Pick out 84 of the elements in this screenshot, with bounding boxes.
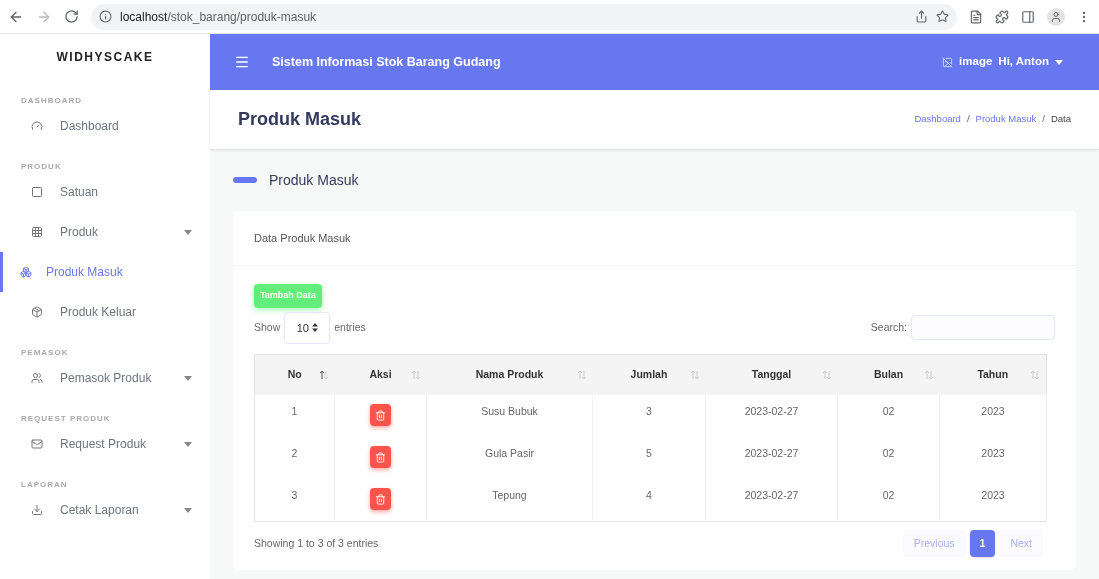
entries-label: entries: [334, 319, 366, 335]
table-cell: 5: [646, 447, 652, 460]
side-panel-icon[interactable]: [1021, 9, 1035, 24]
card-title: Data Produk Masuk: [254, 230, 351, 246]
table-cell: 2023-02-27: [744, 447, 799, 460]
table-cell: 3: [646, 405, 652, 418]
broken-image-icon: [942, 56, 954, 68]
trash-icon: [375, 409, 386, 421]
column-header[interactable]: No: [254, 354, 335, 396]
gauge-icon: [31, 120, 43, 132]
section-label: DASHBOARD: [21, 96, 82, 105]
page-icon[interactable]: [969, 9, 983, 24]
table-cell: 02: [882, 447, 895, 460]
user-menu[interactable]: image Hi, Anton: [942, 53, 1063, 71]
table-cell: 2023: [981, 447, 1005, 460]
menu-icon[interactable]: [234, 54, 250, 70]
table-cell: 02: [882, 405, 895, 418]
table-cell: 02: [882, 489, 895, 502]
page-title: Produk Masuk: [238, 108, 362, 131]
profile-avatar[interactable]: [1047, 7, 1065, 26]
table-cell: Susu Bubuk: [481, 405, 538, 418]
column-header[interactable]: Jumlah: [592, 354, 706, 396]
grid-icon: [31, 226, 43, 238]
app-title: Sistem Informasi Stok Barang Gudang: [272, 53, 501, 71]
delete-button[interactable]: [370, 446, 391, 469]
square-icon: [31, 186, 43, 198]
star-icon[interactable]: [936, 10, 949, 23]
column-header[interactable]: Aksi: [334, 354, 427, 396]
package-icon: [31, 306, 43, 318]
show-label: Show: [254, 319, 281, 335]
url-text: localhost/stok_barang/produk-masuk: [120, 8, 317, 26]
delete-button[interactable]: [370, 488, 391, 511]
page-button[interactable]: 1: [969, 530, 996, 558]
column-header[interactable]: Bulan: [837, 354, 940, 396]
delete-button[interactable]: [370, 404, 391, 427]
sidebar-item[interactable]: Pemasok Produk: [0, 358, 210, 398]
download-icon: [31, 504, 43, 516]
section-label: LAPORAN: [21, 480, 68, 489]
extensions-icon[interactable]: [995, 9, 1009, 24]
section-label: PRODUK: [21, 162, 62, 171]
column-header[interactable]: Tanggal: [705, 354, 838, 396]
table-info: Showing 1 to 3 of 3 entries: [254, 535, 379, 551]
table-cell: 2023-02-27: [744, 489, 799, 502]
table-cell: Tepung: [492, 489, 527, 502]
sidebar-item[interactable]: Satuan: [0, 172, 210, 212]
sidebar-item[interactable]: Request Produk: [0, 424, 210, 464]
table-cell: 2023-02-27: [744, 405, 799, 418]
breadcrumb-link[interactable]: Produk Masuk: [975, 112, 1037, 127]
breadcrumb-separator: /: [966, 112, 970, 127]
info-icon[interactable]: [99, 10, 112, 23]
sidebar-item[interactable]: Dashboard: [0, 106, 210, 146]
share-icon[interactable]: [915, 10, 928, 23]
section-label: PEMASOK: [21, 348, 69, 357]
boxes-icon: [20, 266, 32, 278]
sort-arrows-icon: [311, 323, 318, 333]
sidebar-item[interactable]: Produk: [0, 212, 210, 252]
brand-logo[interactable]: WIDHYSCAKE: [56, 48, 154, 66]
reload-icon[interactable]: [64, 9, 79, 24]
section-title: Produk Masuk: [269, 170, 359, 190]
column-header[interactable]: Nama Produk: [426, 354, 593, 396]
trash-icon: [375, 451, 386, 463]
sidebar-item[interactable]: Cetak Laporan: [0, 490, 210, 530]
table-cell: 4: [646, 489, 652, 502]
column-header[interactable]: Tahun: [939, 354, 1047, 396]
table-cell: 3: [291, 489, 298, 502]
section-label: REQUEST PRODUK: [21, 414, 111, 423]
title-accent-bar: [233, 177, 257, 183]
search-field[interactable]: [911, 315, 1055, 341]
breadcrumb-separator: /: [1042, 112, 1045, 127]
caret-icon: [1055, 59, 1063, 65]
table-cell: 1: [291, 405, 298, 418]
page-size-select[interactable]: 10: [284, 311, 331, 344]
search-label: Search:: [870, 319, 907, 335]
envelope-icon: [31, 438, 43, 450]
people-icon: [31, 372, 43, 384]
breadcrumb-link[interactable]: Dashboard: [914, 112, 961, 127]
breadcrumb-current: Data: [1050, 112, 1071, 127]
sidebar-item[interactable]: Produk Keluar: [0, 292, 210, 332]
table-cell: Gula Pasir: [485, 447, 534, 460]
table-cell: 2023: [981, 405, 1005, 418]
address-bar[interactable]: localhost/stok_barang/produk-masuk: [91, 3, 957, 30]
trash-icon: [375, 493, 386, 505]
table-cell: 2: [291, 447, 298, 460]
table-cell: 2023: [981, 489, 1005, 502]
